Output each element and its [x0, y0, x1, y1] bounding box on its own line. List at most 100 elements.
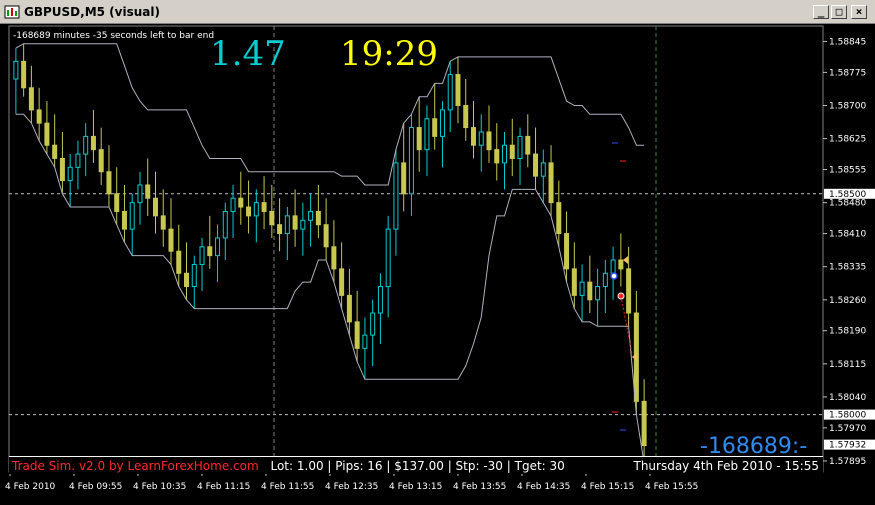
candle-body [238, 197, 244, 208]
candle-body [517, 135, 523, 159]
price-label-text: 1.58500 [829, 190, 866, 200]
candle-body [106, 171, 112, 195]
target-value: Tget: 30 [514, 459, 565, 473]
maximize-button[interactable]: □ [831, 5, 847, 19]
x-tick-label: 4 Feb 09:55 [69, 482, 122, 492]
x-tick-label: 4 Feb 13:55 [453, 482, 506, 492]
trade-arrow-marker [623, 256, 628, 264]
candle-body [393, 162, 399, 230]
y-tick-label: 1.57970 [829, 424, 866, 434]
spread-readout: 1.47 [210, 34, 286, 74]
candle-body [455, 74, 461, 106]
candle-body [533, 153, 539, 177]
profit-value: $137.00 [394, 459, 444, 473]
candle-body [230, 197, 236, 212]
candle-body [121, 210, 127, 230]
candle-body [626, 268, 632, 314]
y-tick-label: 1.57895 [829, 457, 866, 467]
candle-body [129, 202, 135, 230]
window-titlebar[interactable]: GBPUSD,M5 (visual) _ □ × [0, 0, 875, 24]
candle-body [385, 228, 391, 288]
candle-body [36, 109, 42, 124]
x-tick-label: 4 Feb 10:35 [133, 482, 186, 492]
candle-body [502, 144, 508, 164]
trade-entry-marker [610, 272, 618, 280]
x-tick-label: 4 Feb 12:35 [325, 482, 378, 492]
minimize-button[interactable]: _ [813, 5, 829, 19]
candle-body [439, 109, 445, 137]
candle-body [261, 202, 267, 212]
chart-area[interactable]: 1.58845 1.58775 1.58700 1.58625 1.58555 1.584… [0, 24, 875, 501]
price-label-text: 1.58000 [829, 411, 866, 421]
candle-body [300, 219, 306, 230]
y-tick-label: 1.58260 [829, 296, 866, 306]
close-button[interactable]: × [851, 5, 867, 19]
candle-body [579, 281, 585, 296]
y-tick-label: 1.58555 [829, 166, 866, 176]
candle-body [470, 127, 476, 146]
x-tick-label: 4 Feb 15:55 [645, 482, 698, 492]
candle-body [602, 272, 608, 288]
candle-body [90, 135, 96, 151]
candle-body [253, 202, 259, 217]
pips-value: Pips: 16 [335, 459, 383, 473]
candle-body [207, 246, 213, 257]
price-label-text: 1.57932 [829, 441, 866, 451]
candle-body [610, 259, 616, 274]
candle-body [540, 162, 546, 177]
candle-body [486, 131, 492, 151]
trade-sim-name: Trade Sim. v2.0 by LearnForexHome.com [12, 459, 259, 473]
chart-window-icon [4, 5, 20, 19]
window-title: GBPUSD,M5 (visual) [24, 5, 160, 19]
stop-value: Stp: -30 [455, 459, 503, 473]
candle-body [525, 135, 531, 155]
candle-body [52, 144, 58, 159]
candle-body [509, 144, 515, 159]
candle-body [408, 127, 414, 195]
candle-body [315, 210, 321, 226]
y-tick-label: 1.58700 [829, 101, 866, 111]
candle-body [59, 157, 65, 182]
candle-body [370, 312, 376, 336]
candle-body [556, 202, 562, 235]
candle-body [277, 224, 283, 235]
candle-body [641, 400, 647, 447]
trade-sim-status-bar: Trade Sim. v2.0 by LearnForexHome.com Lo… [9, 456, 823, 474]
candle-body [432, 118, 438, 137]
y-tick-label: 1.58775 [829, 68, 866, 78]
candle-body [75, 153, 81, 168]
x-tick-label: 4 Feb 11:55 [261, 482, 314, 492]
candle-body [354, 321, 360, 349]
candle-body [292, 215, 298, 230]
y-tick-label: 1.58845 [829, 37, 866, 47]
candle-body [416, 127, 422, 151]
candle-body [13, 60, 19, 80]
y-tick-label: 1.58190 [829, 327, 866, 337]
candle-body [571, 268, 577, 296]
candle-body [339, 268, 345, 296]
candle-body [478, 131, 484, 146]
candle-body [114, 193, 120, 212]
candle-body [548, 162, 554, 204]
candle-body [346, 294, 352, 323]
candle-body [176, 250, 182, 274]
candle-body [184, 272, 190, 288]
candle-body [401, 162, 407, 195]
candle-body [284, 215, 290, 235]
price-chart[interactable]: 1.58845 1.58775 1.58700 1.58625 1.58555 1.584… [0, 24, 875, 501]
candle-body [447, 74, 453, 111]
candle-body [137, 184, 143, 204]
candle-body [83, 135, 89, 155]
candle-body [152, 197, 158, 217]
plot-frame [8, 25, 824, 473]
candle-body [587, 281, 593, 301]
x-tick-label: 4 Feb 14:35 [517, 482, 570, 492]
y-tick-label: 1.58335 [829, 263, 866, 273]
x-tick-label: 4 Feb 11:15 [197, 482, 250, 492]
y-tick-label: 1.58115 [829, 360, 866, 370]
candle-body [145, 184, 151, 199]
candle-body [215, 237, 221, 257]
candle-body [618, 259, 624, 270]
candle-body [168, 228, 174, 252]
y-tick-label: 1.58410 [829, 230, 866, 240]
